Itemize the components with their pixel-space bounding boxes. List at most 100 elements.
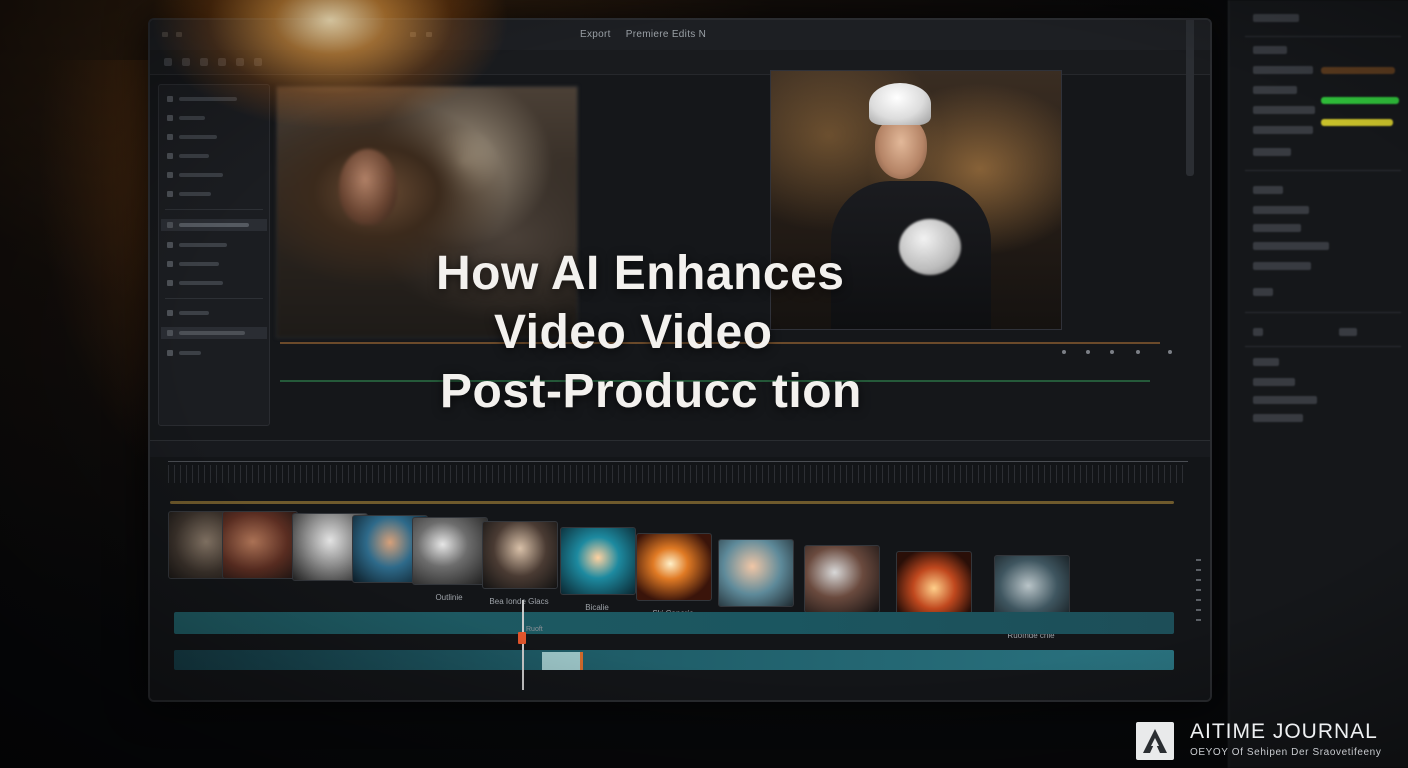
media-item[interactable] bbox=[167, 113, 261, 123]
timeline-clip[interactable]: Ski Canerie bbox=[636, 533, 712, 618]
clip-thumbnail bbox=[222, 511, 298, 579]
media-item[interactable] bbox=[167, 259, 261, 269]
marker-icon[interactable] bbox=[1136, 350, 1140, 354]
media-item-selected[interactable] bbox=[161, 219, 267, 231]
source-frame-subject bbox=[339, 149, 397, 225]
media-item[interactable] bbox=[167, 240, 261, 250]
timeline-scrollbar[interactable] bbox=[1196, 551, 1204, 700]
brand-tagline: OEYOY Of Sehipen Der Sraovetifeeny bbox=[1190, 747, 1382, 758]
setting-label bbox=[1253, 396, 1317, 404]
divider bbox=[1245, 170, 1401, 171]
playhead[interactable] bbox=[522, 600, 524, 690]
media-item[interactable] bbox=[167, 170, 261, 180]
program-frame-helmet bbox=[869, 83, 931, 125]
clip-thumbnail bbox=[412, 517, 488, 585]
screenshot-stage: Export Premiere Edits N Outlinie Bea Ion… bbox=[0, 0, 1408, 768]
article-headline: How AI Enhances Video Video Post-Producc… bbox=[436, 244, 956, 421]
clip-icon bbox=[167, 280, 173, 286]
zoom-icon[interactable] bbox=[218, 58, 226, 66]
media-item[interactable] bbox=[167, 189, 261, 199]
vertical-scrollbar[interactable] bbox=[1186, 20, 1194, 176]
export-menu[interactable]: Export bbox=[580, 29, 611, 40]
clip-thumbnail bbox=[718, 539, 794, 607]
level-label bbox=[1253, 66, 1313, 74]
playhead-handle[interactable] bbox=[518, 632, 526, 644]
media-item[interactable] bbox=[167, 94, 261, 104]
work-area-bar[interactable] bbox=[170, 501, 1174, 504]
level-meter-green bbox=[1321, 97, 1399, 104]
setting-label bbox=[1253, 206, 1309, 214]
level-label bbox=[1253, 106, 1315, 114]
clip-thumbnail bbox=[804, 545, 880, 613]
ruler-baseline bbox=[168, 461, 1188, 462]
clip-icon bbox=[167, 330, 173, 336]
setting-label bbox=[1253, 378, 1295, 386]
window-control-icon[interactable] bbox=[410, 32, 416, 37]
timeline-clip[interactable]: Bea Ionde Glacs bbox=[482, 521, 558, 606]
cursor-icon[interactable] bbox=[164, 58, 172, 66]
hand-icon[interactable] bbox=[200, 58, 208, 66]
timeline-clip[interactable]: Bicalie bbox=[560, 527, 636, 612]
brand-logo-icon bbox=[1136, 722, 1174, 760]
divider bbox=[1245, 312, 1401, 313]
setting-label bbox=[1253, 358, 1279, 366]
media-item[interactable] bbox=[167, 308, 261, 318]
panel-tab[interactable] bbox=[1253, 14, 1299, 22]
marker-icon[interactable] bbox=[1062, 350, 1066, 354]
clip-icon bbox=[167, 350, 173, 356]
timeline-clip[interactable]: Outlinie bbox=[412, 517, 488, 602]
program-frame-subject-face bbox=[875, 117, 927, 179]
menu-icon[interactable] bbox=[162, 32, 168, 37]
media-item[interactable] bbox=[167, 151, 261, 161]
divider bbox=[1245, 36, 1401, 37]
clip-icon bbox=[167, 242, 173, 248]
folder-icon bbox=[167, 115, 173, 121]
marker-icon[interactable] bbox=[1168, 350, 1172, 354]
audio-track-1[interactable] bbox=[174, 612, 1174, 634]
clip-thumbnail bbox=[482, 521, 558, 589]
folder-icon bbox=[167, 134, 173, 140]
divider bbox=[165, 209, 263, 210]
setting-label bbox=[1253, 262, 1311, 270]
setting-label bbox=[1253, 224, 1301, 232]
setting-label bbox=[1253, 242, 1329, 250]
clip-label: Bicalie bbox=[585, 603, 609, 612]
marker-icon[interactable] bbox=[1110, 350, 1114, 354]
media-item[interactable] bbox=[167, 278, 261, 288]
title-bar: Export Premiere Edits N bbox=[150, 20, 1210, 51]
selected-clip[interactable] bbox=[542, 652, 583, 670]
clip-thumbnail bbox=[636, 533, 712, 601]
razor-icon[interactable] bbox=[182, 58, 190, 66]
setting-label bbox=[1253, 414, 1303, 422]
playhead-label: Ruoft bbox=[526, 626, 543, 633]
toggle-icon[interactable] bbox=[1339, 328, 1357, 336]
clip-thumbnail bbox=[896, 551, 972, 619]
clip-icon bbox=[167, 222, 173, 228]
marker-icon[interactable] bbox=[1086, 350, 1090, 354]
timeline-ruler[interactable] bbox=[168, 465, 1188, 483]
folder-icon bbox=[167, 96, 173, 102]
folder-icon bbox=[167, 153, 173, 159]
headline-line-1: How AI Enhances bbox=[436, 247, 845, 300]
level-label bbox=[1253, 126, 1313, 134]
headline-line-3: Post-Producc tion bbox=[440, 365, 862, 418]
text-icon[interactable] bbox=[236, 58, 244, 66]
divider bbox=[165, 298, 263, 299]
setting-value[interactable] bbox=[1253, 288, 1273, 296]
menu-icon[interactable] bbox=[176, 32, 182, 37]
toggle-icon[interactable] bbox=[1253, 328, 1263, 336]
window-control-icon[interactable] bbox=[426, 32, 432, 37]
setting-label bbox=[1253, 186, 1283, 194]
timeline-clip[interactable] bbox=[222, 511, 298, 587]
folder-icon bbox=[167, 172, 173, 178]
brand-lockup: AITIME JOURNAL OEYOY Of Sehipen Der Srao… bbox=[1136, 720, 1408, 768]
divider bbox=[1245, 346, 1401, 347]
media-item[interactable] bbox=[167, 132, 261, 142]
headline-line-2: Video Video bbox=[494, 306, 773, 359]
audio-track-2[interactable] bbox=[174, 650, 1174, 670]
media-item[interactable] bbox=[167, 348, 261, 358]
pen-icon[interactable] bbox=[254, 58, 262, 66]
project-name: Premiere Edits N bbox=[625, 29, 707, 40]
media-item-selected[interactable] bbox=[161, 327, 267, 339]
media-browser-panel bbox=[158, 84, 270, 426]
